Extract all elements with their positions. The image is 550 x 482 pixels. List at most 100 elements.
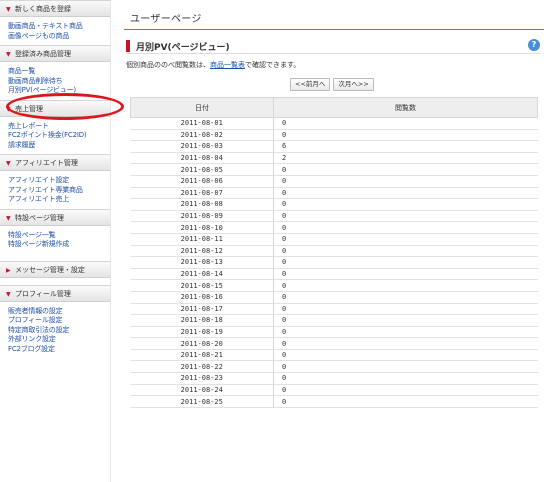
date-cell: 2011-08-22 [130, 360, 274, 374]
prev-month-button[interactable]: <<前月へ [290, 78, 331, 91]
date-cell: 2011-08-06 [130, 175, 274, 188]
table-row: 2011-08-20 0 [130, 337, 538, 350]
sidebar-section-profile[interactable]: ▼ プロフィール管理 [0, 284, 110, 302]
date-cell: 2011-08-21 [130, 349, 274, 362]
triangle-down-icon: ▼ [6, 51, 11, 58]
date-cell: 2011-08-10 [130, 221, 274, 234]
date-cell: 2011-08-24 [130, 384, 274, 397]
views-cell: 2 [273, 152, 538, 165]
date-cell: 2011-08-09 [130, 210, 274, 223]
sidebar-section-label: 登録済み商品管理 [15, 50, 71, 58]
sidebar-item-sales-report[interactable]: 売上レポート [8, 122, 110, 132]
sidebar-section-messages[interactable]: ▶ メッセージ管理・設定 [0, 260, 110, 278]
triangle-down-icon: ▼ [6, 160, 11, 167]
sidebar-item-image-page-product[interactable]: 画像ページもの商品 [8, 32, 110, 42]
sidebar-item-point-exchange[interactable]: FC2ポイント換金(FC2ID) [8, 131, 110, 141]
table-row: 2011-08-07 0 [130, 187, 538, 200]
table-row: 2011-08-18 0 [130, 314, 538, 327]
sidebar-section-label: プロフィール管理 [15, 289, 71, 298]
sidebar-section-registered-products[interactable]: ▼ 登録済み商品管理 [0, 45, 110, 62]
table-row: 2011-08-23 0 [130, 372, 538, 385]
date-cell: 2011-08-08 [130, 198, 274, 211]
views-cell: 0 [273, 163, 538, 176]
section-title: 月別PV(ページビュー) [136, 43, 230, 53]
section-accent-bar [126, 40, 130, 52]
date-cell: 2011-08-23 [130, 372, 274, 385]
table-row: 2011-08-08 0 [130, 198, 538, 211]
table-row: 2011-08-03 6 [130, 140, 538, 153]
date-cell: 2011-08-25 [130, 395, 274, 408]
date-cell: 2011-08-13 [130, 256, 274, 269]
description-prefix: 個別商品ののべ閲覧数は、 [126, 61, 210, 69]
sidebar-item-monthly-pv[interactable]: 月別PV(ページビュー) [8, 86, 110, 96]
triangle-down-icon: ▼ [6, 214, 11, 222]
views-cell: 0 [273, 279, 538, 292]
description-suffix: で確認できます。 [245, 61, 301, 69]
sidebar-item-profile-settings[interactable]: プロフィール設定 [8, 316, 110, 326]
date-cell: 2011-08-20 [130, 337, 274, 350]
next-month-button[interactable]: 次月へ>> [333, 78, 374, 91]
views-cell: 0 [273, 326, 538, 339]
product-list-link[interactable]: 商品一覧表 [210, 61, 245, 69]
views-cell: 0 [273, 314, 538, 327]
sidebar-section-sales[interactable]: ▼ 売上管理 [0, 99, 110, 117]
triangle-down-icon: ▼ [6, 6, 11, 13]
triangle-down-icon: ▼ [6, 105, 11, 113]
title-divider [124, 29, 544, 30]
views-cell: 0 [273, 187, 538, 200]
sidebar-item-affiliate-settings[interactable]: アフィリエイト設定 [8, 176, 110, 186]
views-cell: 0 [273, 198, 538, 211]
table-row: 2011-08-14 0 [130, 268, 538, 281]
views-cell: 0 [273, 291, 538, 304]
help-icon[interactable]: ? [528, 39, 540, 51]
table-row: 2011-08-16 0 [130, 291, 538, 304]
sidebar-item-product-list[interactable]: 商品一覧 [8, 67, 110, 77]
date-cell: 2011-08-17 [130, 303, 274, 316]
triangle-down-icon: ▼ [6, 290, 11, 298]
views-cell: 0 [273, 395, 538, 408]
column-header-date: 日付 [130, 97, 274, 118]
date-cell: 2011-08-03 [130, 140, 274, 153]
table-row: 2011-08-12 0 [130, 245, 538, 258]
sidebar-item-special-page-list[interactable]: 特設ページ一覧 [8, 231, 110, 241]
sidebar-section-new-product[interactable]: ▼ 新しく商品を登録 [0, 0, 110, 17]
views-cell: 0 [273, 233, 538, 246]
section-header: 月別PV(ページビュー) ? [126, 38, 540, 54]
sidebar-item-video-delete-pending[interactable]: 動画商品削除待ち [8, 77, 110, 87]
sidebar-section-label: 売上管理 [15, 104, 43, 113]
sidebar-item-external-links[interactable]: 外部リンク設定 [8, 335, 110, 345]
views-cell: 6 [273, 140, 538, 153]
views-cell: 0 [273, 384, 538, 397]
views-cell: 0 [273, 117, 538, 130]
sidebar-section-affiliate[interactable]: ▼ アフィリエイト管理 [0, 154, 110, 171]
date-cell: 2011-08-02 [130, 129, 274, 142]
table-row: 2011-08-10 0 [130, 221, 538, 234]
table-row: 2011-08-19 0 [130, 326, 538, 339]
views-cell: 0 [273, 245, 538, 258]
views-cell: 0 [273, 256, 538, 269]
sidebar-section-label: アフィリエイト管理 [15, 159, 78, 167]
table-row: 2011-08-22 0 [130, 360, 538, 374]
views-cell: 0 [273, 303, 538, 316]
table-row: 2011-08-17 0 [130, 303, 538, 316]
date-cell: 2011-08-04 [130, 152, 274, 165]
sidebar-item-billing-history[interactable]: 請求履歴 [8, 141, 110, 151]
sidebar-item-affiliate-products[interactable]: アフィリエイト専業商品 [8, 186, 110, 196]
date-cell: 2011-08-12 [130, 245, 274, 258]
sidebar-item-affiliate-sales[interactable]: アフィリエイト売上 [8, 195, 110, 205]
sidebar-item-special-page-new[interactable]: 特設ページ新規作成 [8, 240, 110, 250]
views-cell: 0 [273, 337, 538, 350]
date-cell: 2011-08-07 [130, 187, 274, 200]
views-cell: 0 [273, 221, 538, 234]
sidebar-item-seller-info[interactable]: 販売者情報の設定 [8, 307, 110, 317]
sidebar-item-fc2-blog-settings[interactable]: FC2ブログ設定 [8, 345, 110, 355]
table-row: 2011-08-25 0 [130, 395, 538, 408]
triangle-right-icon: ▶ [6, 266, 11, 274]
sidebar-item-video-text-product[interactable]: 動画商品・テキスト商品 [8, 22, 110, 32]
sidebar-section-label: 新しく商品を登録 [15, 5, 71, 13]
sidebar-section-special-pages[interactable]: ▼ 特設ページ管理 [0, 208, 110, 226]
sidebar-item-commerce-law[interactable]: 特定商取引法の設定 [8, 326, 110, 336]
table-row: 2011-08-02 0 [130, 129, 538, 142]
date-cell: 2011-08-05 [130, 163, 274, 176]
table-row: 2011-08-09 0 [130, 210, 538, 223]
